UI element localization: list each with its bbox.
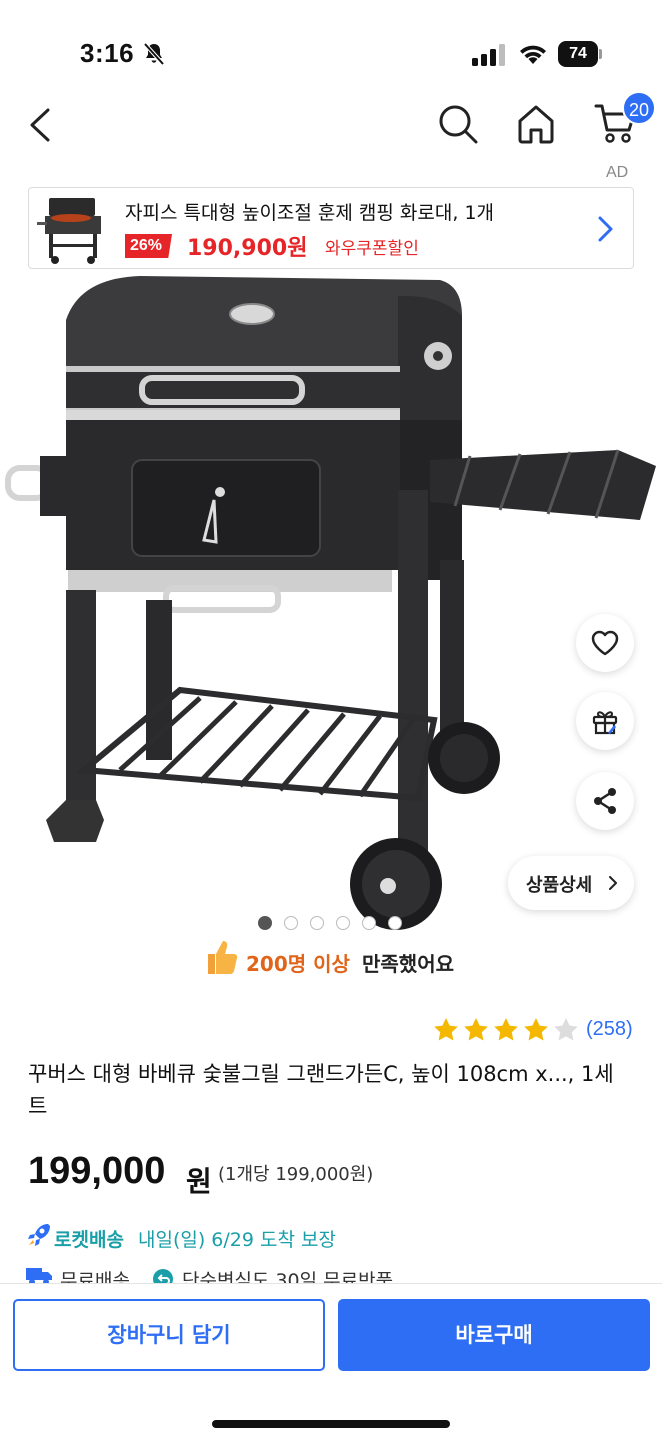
ad-discount-badge: 26%: [125, 234, 173, 258]
bottom-action-bar: 장바구니 담기 바로구매: [0, 1283, 662, 1440]
rocket-delivery-label: 로켓배송: [54, 1229, 124, 1251]
ad-label: AD: [606, 164, 629, 181]
unit-price: (1개당 199,000원): [218, 1164, 374, 1185]
ad-price: 190,900원: [187, 236, 308, 261]
cart-count-badge[interactable]: 20: [622, 91, 656, 125]
review-count[interactable]: (258): [586, 1018, 633, 1041]
cellular-signal-icon: [472, 44, 505, 66]
battery-indicator: 74: [558, 41, 602, 67]
rocket-icon: [28, 1224, 50, 1246]
ad-coupon-label: 와우쿠폰할인: [325, 239, 419, 259]
wifi-icon: [520, 45, 546, 64]
ad-thumbnail: [37, 198, 101, 264]
return-icon: [153, 1269, 173, 1284]
ad-title: 자피스 특대형 높이조절 훈제 캠핑 화로대, 1개: [125, 202, 495, 224]
status-bar: 3:16 74: [0, 0, 662, 100]
satisfaction-text: 만족했어요: [362, 952, 454, 976]
battery-level: 74: [558, 41, 598, 67]
buy-now-button[interactable]: 바로구매: [338, 1299, 650, 1371]
product-price: 199,000: [28, 1150, 166, 1192]
free-shipping-label: 무료배송: [60, 1270, 130, 1284]
product-title: 꾸버스 대형 바베큐 숯불그릴 그랜드가든C, 높이 108cm x..., 1…: [28, 1062, 614, 1118]
carousel-dot[interactable]: [310, 916, 324, 930]
home-indicator[interactable]: [212, 1420, 450, 1428]
home-icon[interactable]: [514, 102, 558, 146]
carousel-dot[interactable]: [388, 916, 402, 930]
back-icon[interactable]: [22, 100, 62, 150]
search-icon[interactable]: [436, 102, 480, 146]
gift-icon: [592, 711, 618, 735]
carousel-dot[interactable]: [258, 916, 272, 930]
carousel-dot[interactable]: [362, 916, 376, 930]
wishlist-button[interactable]: [576, 614, 634, 672]
price-currency: 원: [186, 1165, 212, 1198]
gift-button[interactable]: [576, 692, 634, 750]
carousel-dot[interactable]: [336, 916, 350, 930]
truck-icon: [26, 1268, 52, 1284]
star-filled-icon: [464, 1018, 488, 1041]
thumbs-up-icon: [208, 941, 238, 974]
chevron-right-icon: [609, 876, 617, 890]
star-empty-icon: [554, 1018, 578, 1041]
ad-banner[interactable]: 자피스 특대형 높이조절 훈제 캠핑 화로대, 1개 26% 190,900원 …: [28, 187, 634, 269]
share-button[interactable]: [576, 772, 634, 830]
satisfaction-count: 200명 이상: [246, 952, 350, 976]
star-filled-icon: [434, 1018, 458, 1041]
share-icon: [594, 788, 616, 814]
heart-icon: [591, 630, 619, 656]
carousel-dot[interactable]: [284, 916, 298, 930]
delivery-date: 내일(일) 6/29 도착 보장: [138, 1229, 336, 1251]
battery-tip: [599, 49, 602, 59]
product-detail-label: 상품상세: [526, 875, 593, 896]
bell-slash-icon: [143, 42, 165, 66]
product-image[interactable]: [0, 270, 662, 930]
add-to-cart-button[interactable]: 장바구니 담기: [13, 1299, 325, 1371]
return-policy-label: 단순변심도 30일 무료반품: [182, 1270, 394, 1284]
status-time: 3:16: [80, 38, 135, 68]
chevron-right-icon: [598, 216, 613, 242]
star-filled-icon: [494, 1018, 518, 1041]
product-detail-button[interactable]: 상품상세: [508, 856, 634, 910]
star-filled-icon: [524, 1018, 548, 1041]
shipping-info-row: 무료배송 단순변심도 30일 무료반품: [26, 1264, 662, 1284]
